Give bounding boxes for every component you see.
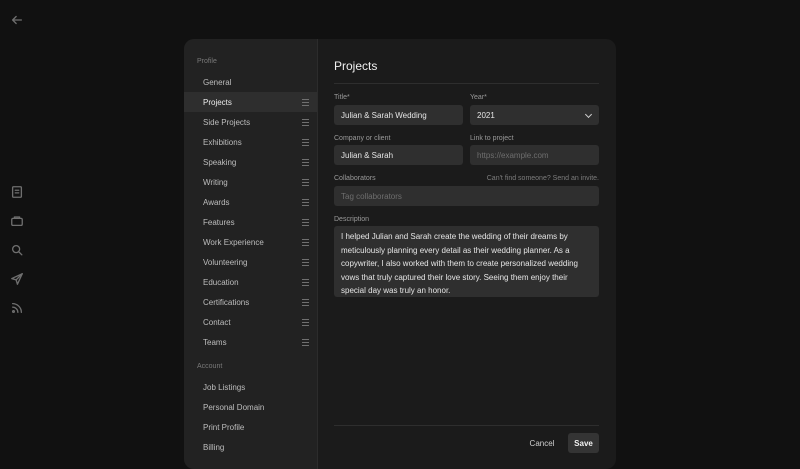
sidebar-item-personal-domain[interactable]: Personal Domain [184,397,317,417]
sidebar-item-label: Teams [203,337,227,347]
sidebar-item-label: Certifications [203,297,250,307]
sidebar-item-job-listings[interactable]: Job Listings [184,377,317,397]
page-title: Projects [334,59,378,73]
drag-handle-icon[interactable] [302,319,309,326]
sidebar-item-projects[interactable]: Projects [184,92,317,112]
sidebar-item-billing[interactable]: Billing [184,437,317,457]
drag-handle-icon[interactable] [302,339,309,346]
sidebar-item-general[interactable]: General [184,72,317,92]
footer-divider [334,425,599,426]
sidebar-item-label: Work Experience [203,237,264,247]
collaborators-label: Collaborators [334,175,376,182]
project-form: Projects Title* Julian & Sarah Wedding Y… [334,39,599,469]
settings-modal: Profile General Projects Side Projects E… [184,39,616,469]
sidebar-item-label: Exhibitions [203,137,242,147]
sidebar-item-volunteering[interactable]: Volunteering [184,252,317,272]
sidebar-item-side-projects[interactable]: Side Projects [184,112,317,132]
description-label: Description [334,216,370,223]
back-arrow-icon[interactable] [9,12,25,28]
year-value: 2021 [477,110,495,120]
send-icon[interactable] [9,271,25,287]
sidebar-item-writing[interactable]: Writing [184,172,317,192]
title-label: Title* [334,94,350,101]
sidebar-item-label: Education [203,277,239,287]
sidebar-item-label: Awards [203,197,230,207]
sidebar-item-label: Print Profile [203,422,245,432]
sidebar-item-teams[interactable]: Teams [184,332,317,352]
sidebar-item-label: Speaking [203,157,237,167]
invite-link[interactable]: Can't find someone? Send an invite. [487,175,599,182]
drag-handle-icon[interactable] [302,199,309,206]
sidebar-item-label: Volunteering [203,257,248,267]
chevron-down-icon [584,110,593,119]
profile-section-heading: Profile [197,58,217,65]
year-label: Year* [470,94,487,101]
cancel-button[interactable]: Cancel [526,433,558,453]
sidebar-item-label: Side Projects [203,117,251,127]
sidebar-item-contact[interactable]: Contact [184,312,317,332]
sidebar-item-label: Projects [203,97,232,107]
settings-sidebar: Profile General Projects Side Projects E… [184,39,318,469]
folder-icon[interactable] [9,213,25,229]
sidebar-item-work-experience[interactable]: Work Experience [184,232,317,252]
sidebar-item-print-profile[interactable]: Print Profile [184,417,317,437]
sidebar-item-certifications[interactable]: Certifications [184,292,317,312]
company-label: Company or client [334,135,391,142]
sidebar-item-label: Features [203,217,235,227]
divider [334,83,599,84]
sidebar-item-label: Billing [203,442,225,452]
sidebar-item-awards[interactable]: Awards [184,192,317,212]
link-input[interactable]: https://example.com [470,145,599,165]
sidebar-item-label: Job Listings [203,382,246,392]
drag-handle-icon[interactable] [302,139,309,146]
sidebar-item-label: Contact [203,317,231,327]
link-label: Link to project [470,135,514,142]
notebook-icon[interactable] [9,184,25,200]
sidebar-item-features[interactable]: Features [184,212,317,232]
drag-handle-icon[interactable] [302,119,309,126]
drag-handle-icon[interactable] [302,179,309,186]
sidebar-item-speaking[interactable]: Speaking [184,152,317,172]
description-textarea[interactable]: I helped Julian and Sarah create the wed… [334,226,599,297]
sidebar-item-exhibitions[interactable]: Exhibitions [184,132,317,152]
search-icon[interactable] [9,242,25,258]
rss-icon[interactable] [9,300,25,316]
sidebar-item-label: Personal Domain [203,402,265,412]
sidebar-item-label: General [203,77,232,87]
title-input[interactable]: Julian & Sarah Wedding [334,105,463,125]
drag-handle-icon[interactable] [302,99,309,106]
drag-handle-icon[interactable] [302,219,309,226]
drag-handle-icon[interactable] [302,279,309,286]
sidebar-item-label: Writing [203,177,228,187]
drag-handle-icon[interactable] [302,259,309,266]
drag-handle-icon[interactable] [302,239,309,246]
collaborators-input[interactable]: Tag collaborators [334,186,599,206]
company-input[interactable]: Julian & Sarah [334,145,463,165]
sidebar-item-education[interactable]: Education [184,272,317,292]
year-select[interactable]: 2021 [470,105,599,125]
save-button[interactable]: Save [568,433,599,453]
account-section-heading: Account [197,363,223,370]
drag-handle-icon[interactable] [302,159,309,166]
drag-handle-icon[interactable] [302,299,309,306]
